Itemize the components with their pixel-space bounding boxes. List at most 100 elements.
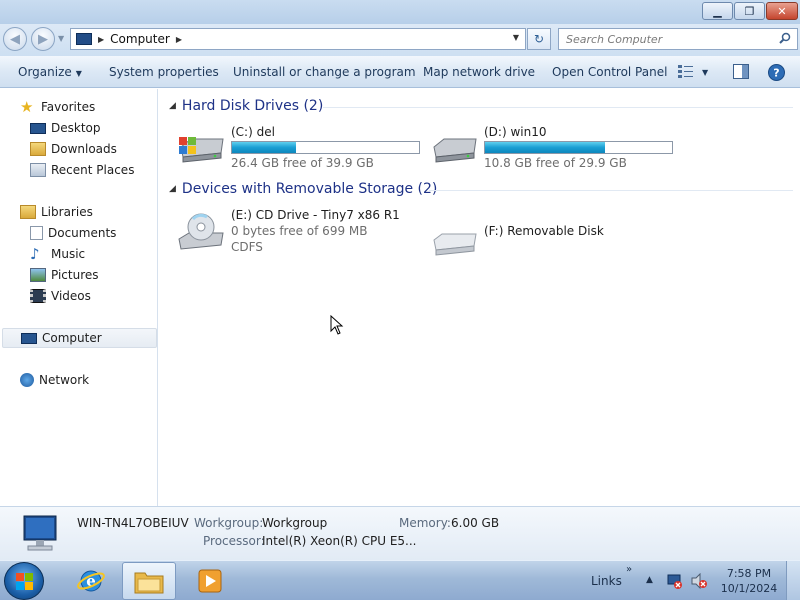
address-dropdown-icon[interactable]: ▼ <box>513 33 519 42</box>
nav-recent-places[interactable]: Recent Places <box>30 160 134 180</box>
chevron-right-icon[interactable]: ▶ <box>176 35 182 44</box>
window-controls: ▁ ❐ ✕ <box>702 2 798 20</box>
desktop-icon <box>30 122 46 134</box>
workgroup-value: Workgroup <box>262 516 328 530</box>
close-button[interactable]: ✕ <box>766 2 798 20</box>
restore-icon: ❐ <box>744 4 755 18</box>
uninstall-program-button[interactable]: Uninstall or change a program <box>233 65 416 79</box>
libraries-icon <box>20 205 36 219</box>
forward-button[interactable]: ▶ <box>31 27 55 51</box>
show-desktop-button[interactable] <box>786 561 800 600</box>
address-bar[interactable]: ▶ Computer ▶ ▼ <box>70 28 526 50</box>
nav-pictures[interactable]: Pictures <box>30 265 99 285</box>
hard-drive-icon <box>433 138 477 163</box>
chevron-down-icon: ▼ <box>75 69 82 78</box>
network-status-icon[interactable] <box>667 573 683 589</box>
network-icon <box>20 373 34 387</box>
links-expand-icon[interactable]: » <box>626 564 632 575</box>
group-header-hard-disk-drives[interactable]: ◢ Hard Disk Drives (2) <box>169 98 323 114</box>
open-control-panel-button[interactable]: Open Control Panel <box>552 65 667 79</box>
show-hidden-icons-button[interactable]: ▲ <box>646 575 653 585</box>
collapse-triangle-icon[interactable]: ◢ <box>169 101 176 111</box>
preview-pane-icon[interactable] <box>733 64 749 79</box>
videos-icon <box>30 289 46 303</box>
nav-computer-label: Computer <box>42 331 102 345</box>
system-clock[interactable]: 7:58 PM 10/1/2024 <box>718 566 780 596</box>
view-options-dropdown-icon[interactable]: ▼ <box>702 68 708 77</box>
hard-drive-windows-icon <box>179 137 224 163</box>
computer-icon <box>76 33 92 45</box>
internet-explorer-icon: e <box>77 570 105 592</box>
folder-icon <box>134 572 164 594</box>
recent-places-icon <box>30 163 46 177</box>
memory-value: 6.00 GB <box>451 516 500 530</box>
search-icon[interactable] <box>779 32 791 44</box>
back-button[interactable]: ◀ <box>3 27 27 51</box>
volume-muted-icon[interactable] <box>690 573 708 589</box>
drive-d-name: (D:) win10 <box>484 125 547 139</box>
documents-icon <box>30 226 43 240</box>
drive-e-filesystem: CDFS <box>231 240 263 254</box>
nav-videos-label: Videos <box>51 289 91 303</box>
drive-d-free-space: 10.8 GB free of 29.9 GB <box>484 156 627 170</box>
media-player-icon <box>198 569 222 593</box>
links-toolbar[interactable]: Links <box>591 574 622 588</box>
taskbar-media-player[interactable] <box>183 562 237 600</box>
taskbar-internet-explorer[interactable]: e <box>64 562 118 600</box>
drive-d[interactable]: (D:) win10 10.8 GB free of 29.9 GB <box>430 125 680 170</box>
nav-documents-label: Documents <box>48 226 117 240</box>
chevron-right-icon[interactable]: ▶ <box>98 35 104 44</box>
pictures-icon <box>30 268 46 282</box>
mouse-cursor-icon <box>330 315 344 335</box>
nav-music-label: Music <box>51 247 86 261</box>
nav-downloads-label: Downloads <box>51 142 117 156</box>
nav-documents[interactable]: Documents <box>30 223 116 243</box>
nav-recent-places-label: Recent Places <box>51 163 135 177</box>
nav-computer[interactable]: Computer <box>2 328 157 348</box>
refresh-button[interactable]: ↻ <box>527 28 551 50</box>
drive-f[interactable]: (F:) Removable Disk <box>430 222 680 258</box>
nav-desktop[interactable]: Desktop <box>30 118 101 138</box>
computer-monitor-icon <box>23 515 57 551</box>
drive-e-name: (E:) CD Drive - Tiny7 x86 R1 <box>231 208 400 222</box>
clock-time: 7:58 PM <box>726 567 772 580</box>
system-properties-button[interactable]: System properties <box>109 65 219 79</box>
address-row: ◀ ▶ ▼ ▶ Computer ▶ ▼ ↻ <box>0 24 800 56</box>
group-divider <box>323 107 793 108</box>
search-input[interactable] <box>559 29 769 49</box>
start-button[interactable] <box>4 562 44 600</box>
command-bar: Organize ▼ System properties Uninstall or… <box>0 56 800 88</box>
svg-text:?: ? <box>773 67 779 80</box>
organize-button[interactable]: Organize ▼ <box>18 65 82 79</box>
nav-favorites[interactable]: ★ Favorites <box>20 97 95 117</box>
processor-value: Intel(R) Xeon(R) CPU E5... <box>262 534 417 548</box>
drive-d-usage-fill <box>485 142 605 153</box>
drive-c[interactable]: (C:) del 26.4 GB free of 39.9 GB <box>177 125 427 170</box>
recent-pages-dropdown[interactable]: ▼ <box>58 34 64 43</box>
drive-c-usage-fill <box>232 142 296 153</box>
nav-desktop-label: Desktop <box>51 121 101 135</box>
nav-network-label: Network <box>39 373 90 387</box>
drive-f-name: (F:) Removable Disk <box>484 224 604 238</box>
removable-disk-icon <box>433 233 477 256</box>
collapse-triangle-icon[interactable]: ◢ <box>169 184 176 194</box>
drive-c-name: (C:) del <box>231 125 275 139</box>
breadcrumb-computer[interactable]: Computer <box>110 32 170 46</box>
minimize-button[interactable]: ▁ <box>702 2 733 20</box>
nav-music[interactable]: ♪ Music <box>30 244 85 264</box>
drive-e[interactable]: (E:) CD Drive - Tiny7 x86 R1 0 bytes fre… <box>177 208 427 258</box>
taskbar-windows-explorer[interactable] <box>122 562 176 600</box>
content-pane: ◢ Hard Disk Drives (2) (C:) del 26.4 GB … <box>159 89 800 506</box>
change-view-icon[interactable] <box>678 64 694 78</box>
map-network-drive-button[interactable]: Map network drive <box>423 65 535 79</box>
nav-libraries[interactable]: Libraries <box>20 202 93 222</box>
cd-drive-icon <box>178 213 224 250</box>
nav-videos[interactable]: Videos <box>30 286 91 306</box>
maximize-button[interactable]: ❐ <box>734 2 765 20</box>
group-header-removable-storage[interactable]: ◢ Devices with Removable Storage (2) <box>169 181 437 197</box>
nav-downloads[interactable]: Downloads <box>30 139 117 159</box>
workgroup-label: Workgroup: <box>194 516 264 530</box>
nav-network[interactable]: Network <box>20 370 89 390</box>
group-divider <box>429 190 793 191</box>
help-icon[interactable]: ? <box>768 64 785 81</box>
